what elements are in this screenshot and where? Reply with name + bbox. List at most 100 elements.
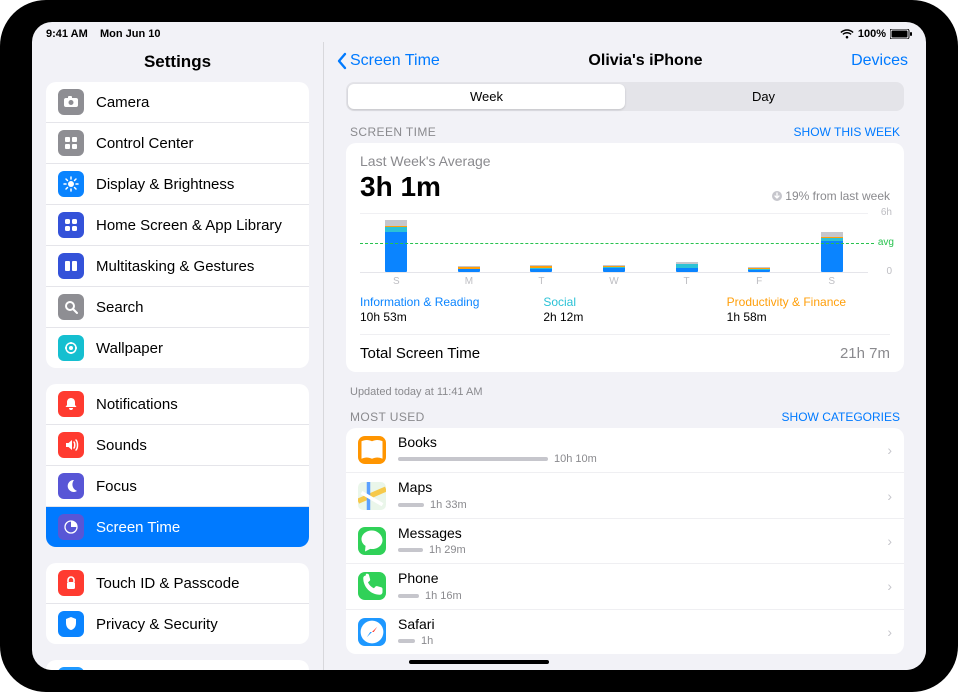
- sidebar-item-label: Sounds: [96, 437, 147, 454]
- sidebar-item-label: Privacy & Security: [96, 616, 218, 633]
- app-time: 1h 16m: [425, 590, 462, 602]
- sidebar-item-app-store[interactable]: App Store: [46, 660, 309, 670]
- delta-from-last-week: 19% from last week: [772, 189, 890, 203]
- category-time: 2h 12m: [543, 310, 706, 324]
- sidebar-item-label: Control Center: [96, 135, 194, 152]
- chart-xtick: T: [650, 276, 723, 287]
- avg-value: 3h 1m: [360, 171, 441, 203]
- camera-icon: [58, 89, 84, 115]
- chart-ytick: 6h: [881, 207, 892, 218]
- app-usage-bar: [398, 594, 419, 598]
- sidebar-item-label: Wallpaper: [96, 340, 163, 357]
- show-this-week-link[interactable]: SHOW THIS WEEK: [794, 125, 900, 139]
- battery-icon: [890, 29, 912, 39]
- sidebar-item-notifications[interactable]: Notifications: [46, 384, 309, 424]
- total-label: Total Screen Time: [360, 345, 480, 362]
- multitasking-icon: [58, 253, 84, 279]
- screen-time-section-label: SCREEN TIME: [350, 125, 436, 139]
- segment-week[interactable]: Week: [348, 84, 625, 109]
- chevron-right-icon: ›: [887, 533, 892, 549]
- avg-subtitle: Last Week's Average: [360, 153, 890, 169]
- status-battery: 100%: [858, 28, 886, 40]
- sidebar-item-wallpaper[interactable]: Wallpaper: [46, 327, 309, 368]
- total-value: 21h 7m: [840, 345, 890, 362]
- app-row-phone[interactable]: Phone 1h 16m ›: [346, 563, 904, 608]
- books-icon: [358, 436, 386, 464]
- app-time: 1h 33m: [430, 499, 467, 511]
- app-store-icon: [58, 667, 84, 670]
- sidebar-item-display[interactable]: Display & Brightness: [46, 163, 309, 204]
- sidebar-item-label: Camera: [96, 94, 149, 111]
- chart-ytick: 0: [886, 266, 892, 277]
- app-name: Messages: [398, 526, 875, 541]
- status-time: 9:41 AM: [46, 28, 88, 40]
- week-day-segmented[interactable]: Week Day: [346, 82, 904, 111]
- sidebar-item-camera[interactable]: Camera: [46, 82, 309, 122]
- wallpaper-icon: [58, 335, 84, 361]
- app-usage-bar: [398, 503, 424, 507]
- sidebar-item-label: Focus: [96, 478, 137, 495]
- phone-icon: [358, 572, 386, 600]
- page-title: Olivia's iPhone: [588, 52, 702, 70]
- app-name: Safari: [398, 617, 875, 632]
- sidebar-item-home-screen[interactable]: Home Screen & App Library: [46, 204, 309, 245]
- chart-xtick: S: [360, 276, 433, 287]
- chevron-left-icon: [336, 52, 348, 70]
- chart-avg-label: avg: [878, 237, 894, 248]
- screen-time-card: Last Week's Average 3h 1m 19% from last …: [346, 143, 904, 372]
- app-time: 10h 10m: [554, 453, 597, 465]
- chevron-right-icon: ›: [887, 442, 892, 458]
- category-time: 10h 53m: [360, 310, 523, 324]
- app-time: 1h: [421, 635, 433, 647]
- sidebar-item-label: Search: [96, 299, 144, 316]
- sidebar-title: Settings: [32, 42, 323, 82]
- back-label: Screen Time: [350, 52, 440, 70]
- screen-time-chart: 6h 0 SMTWTFS avg: [360, 211, 890, 285]
- home-indicator[interactable]: [409, 660, 549, 664]
- app-usage-bar: [398, 457, 548, 461]
- sidebar-item-screen-time[interactable]: Screen Time: [46, 506, 309, 547]
- sidebar-item-focus[interactable]: Focus: [46, 465, 309, 506]
- back-button[interactable]: Screen Time: [336, 52, 440, 70]
- category-summary: Information & Reading10h 53m: [360, 295, 523, 324]
- app-usage-bar: [398, 548, 423, 552]
- updated-label: Updated today at 11:41 AM: [346, 382, 904, 410]
- app-row-maps[interactable]: Maps1h 33m›: [346, 472, 904, 517]
- sidebar-item-control-center[interactable]: Control Center: [46, 122, 309, 163]
- category-summary: Productivity & Finance1h 58m: [727, 295, 890, 324]
- messages-icon: [358, 527, 386, 555]
- sidebar-item-sounds[interactable]: Sounds: [46, 424, 309, 465]
- touch-id-icon: [58, 570, 84, 596]
- navbar: Screen Time Olivia's iPhone Devices: [324, 42, 926, 78]
- app-usage-bar: [398, 639, 415, 643]
- sidebar-item-label: Notifications: [96, 396, 178, 413]
- category-name: Social: [543, 295, 706, 309]
- sidebar-item-search[interactable]: Search: [46, 286, 309, 327]
- screen-time-icon: [58, 514, 84, 540]
- segment-day[interactable]: Day: [625, 84, 902, 109]
- notifications-icon: [58, 391, 84, 417]
- wifi-icon: [840, 29, 854, 39]
- sidebar-item-label: Home Screen & App Library: [96, 217, 282, 234]
- sidebar-item-touch-id[interactable]: Touch ID & Passcode: [46, 563, 309, 603]
- chart-xtick: S: [795, 276, 868, 287]
- most-used-section-label: MOST USED: [350, 410, 425, 424]
- app-name: Maps: [398, 480, 875, 495]
- chevron-right-icon: ›: [887, 578, 892, 594]
- search-icon: [58, 294, 84, 320]
- safari-icon: [358, 618, 386, 646]
- devices-button[interactable]: Devices: [851, 52, 908, 70]
- category-summary: Social2h 12m: [543, 295, 706, 324]
- sidebar-item-label: Display & Brightness: [96, 176, 234, 193]
- show-categories-link[interactable]: SHOW CATEGORIES: [782, 410, 900, 424]
- app-name: Phone: [398, 571, 875, 586]
- app-row-safari[interactable]: Safari1h›: [346, 609, 904, 654]
- maps-icon: [358, 482, 386, 510]
- arrow-down-icon: [772, 191, 782, 201]
- sidebar-item-privacy[interactable]: Privacy & Security: [46, 603, 309, 644]
- sidebar-item-multitasking[interactable]: Multitasking & Gestures: [46, 245, 309, 286]
- app-row-books[interactable]: Books10h 10m›: [346, 428, 904, 472]
- status-date: Mon Jun 10: [100, 28, 161, 40]
- app-row-messages[interactable]: Messages1h 29m›: [346, 518, 904, 563]
- chart-xtick: F: [723, 276, 796, 287]
